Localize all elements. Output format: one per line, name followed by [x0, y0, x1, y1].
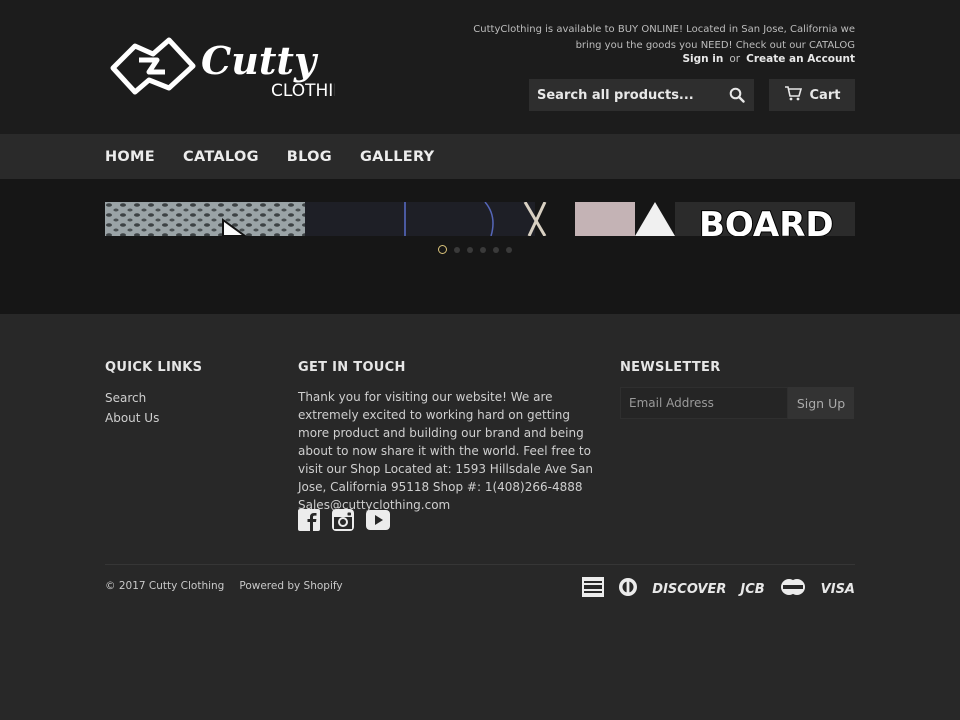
main-nav: HOME CATALOG BLOG GALLERY	[0, 134, 960, 179]
nav-item-catalog[interactable]: CATALOG	[183, 149, 259, 165]
store-tagline: CuttyClothing is available to BUY ONLINE…	[473, 24, 855, 51]
youtube-icon[interactable]	[366, 509, 390, 535]
slide-dot-6[interactable]	[506, 246, 512, 253]
footer-legal: © 2017 Cutty Clothing Powered by Shopify	[105, 580, 358, 592]
account-links: Sign in or Create an Account	[682, 53, 855, 65]
search-input[interactable]	[529, 79, 719, 111]
svg-text:CLOTHING: CLOTHING	[271, 81, 335, 101]
slide-dot-3[interactable]	[467, 246, 473, 253]
slide-dot-5[interactable]	[493, 246, 499, 253]
cart-button[interactable]: Cart	[769, 79, 855, 111]
slide-dots	[438, 245, 512, 254]
search-form	[529, 79, 754, 111]
mastercard-icon	[779, 577, 807, 601]
site-footer: QUICK LINKS Search About Us GET IN TOUCH…	[0, 314, 960, 720]
get-in-touch-text: Thank you for visiting our website! We a…	[298, 390, 593, 512]
quick-links-list: Search About Us	[105, 388, 159, 428]
jcb-icon: JCB	[740, 581, 765, 597]
newsletter-signup-button[interactable]: Sign Up	[788, 387, 854, 419]
slide-dot-1[interactable]	[438, 245, 447, 254]
footer-link-about-us[interactable]: About Us	[105, 408, 159, 428]
footer-divider	[105, 564, 855, 565]
social-links	[298, 509, 390, 535]
footer-link-search[interactable]: Search	[105, 388, 159, 408]
newsletter-title: NEWSLETTER	[620, 360, 721, 375]
cart-label: Cart	[809, 87, 841, 103]
svg-text:Cutty: Cutty	[201, 38, 319, 83]
quick-links-title: QUICK LINKS	[105, 360, 203, 375]
sign-in-link[interactable]: Sign in	[682, 53, 723, 65]
or-separator: or	[729, 53, 741, 65]
nav-item-blog[interactable]: BLOG	[287, 149, 332, 165]
slide-dot-2[interactable]	[454, 246, 460, 253]
instagram-icon[interactable]	[332, 509, 354, 535]
copyright-text: © 2017 Cutty Clothing	[105, 580, 225, 592]
hero-slide-image[interactable]: BOARD	[105, 202, 855, 236]
powered-by-shopify-link[interactable]: Powered by Shopify	[239, 580, 342, 592]
newsletter-form: Sign Up	[620, 387, 855, 419]
site-header: Cutty CLOTHING CuttyClothing is availabl…	[0, 0, 960, 134]
get-in-touch-title: GET IN TOUCH	[298, 360, 406, 375]
visa-icon: VISA	[820, 581, 855, 597]
cutty-clothing-logo[interactable]: Cutty CLOTHING	[105, 30, 359, 102]
facebook-icon[interactable]	[298, 509, 320, 535]
create-account-link[interactable]: Create an Account	[746, 53, 855, 65]
search-icon[interactable]	[720, 79, 754, 111]
cart-icon	[784, 85, 802, 105]
american-express-icon	[582, 577, 605, 601]
hero-slideshow: BOARD	[0, 179, 960, 314]
slide-dot-4[interactable]	[480, 246, 486, 253]
nav-item-gallery[interactable]: GALLERY	[360, 149, 434, 165]
payment-icons: DISCOVER JCB VISA	[582, 577, 855, 601]
newsletter-email-input[interactable]	[620, 387, 788, 419]
diners-club-icon	[618, 577, 638, 601]
nav-item-home[interactable]: HOME	[105, 149, 155, 165]
hero-slide-text: BOARD	[699, 205, 834, 236]
discover-icon: DISCOVER	[652, 581, 727, 597]
